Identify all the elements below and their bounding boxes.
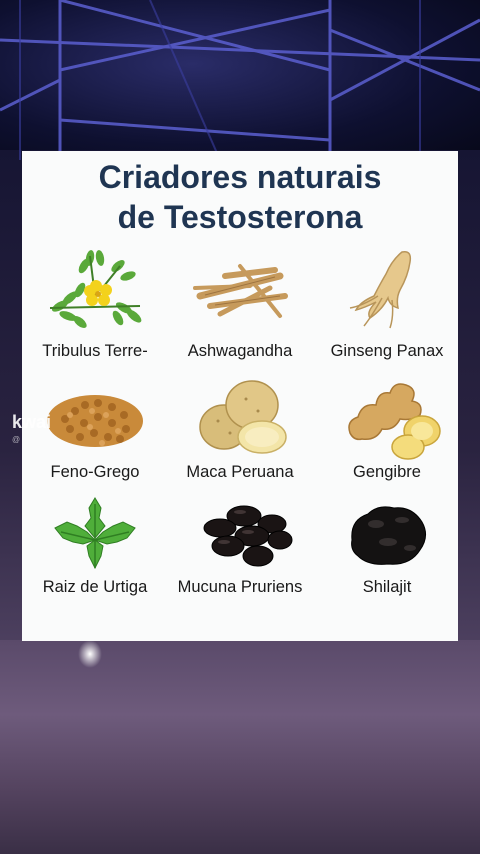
shilajit-icon bbox=[351, 506, 426, 565]
item-label: Shilajit bbox=[362, 578, 412, 596]
watermark-handle: @ bbox=[12, 435, 21, 444]
item-label: Feno-Grego bbox=[50, 463, 140, 481]
item-label: Ginseng Panax bbox=[330, 342, 444, 360]
item-label: Gengibre bbox=[353, 463, 421, 481]
ginseng-root-icon bbox=[349, 250, 412, 329]
nettle-leaf-icon bbox=[54, 497, 136, 570]
watermark-brand: kwai bbox=[12, 412, 52, 432]
kwai-watermark: kwai @ bbox=[12, 412, 51, 444]
item-label: Tribulus Terre- bbox=[42, 342, 148, 360]
stage-truss-background bbox=[0, 0, 480, 160]
light-glow bbox=[78, 640, 102, 668]
mucuna-beans-icon bbox=[203, 505, 293, 567]
infographic-card: Criadores naturais de Testosterona Tribu… bbox=[22, 151, 458, 641]
item-urtiga: Raiz de Urtiga bbox=[22, 494, 168, 596]
title-line-1: Criadores naturais bbox=[98, 159, 382, 195]
maca-root-icon bbox=[199, 380, 287, 454]
item-tribulus: Tribulus Terre- bbox=[22, 246, 168, 360]
item-label: Ashwagandha bbox=[187, 342, 293, 360]
item-mucuna: Mucuna Pruriens bbox=[167, 494, 313, 596]
fenugreek-seeds-icon bbox=[47, 395, 143, 447]
item-label: Mucuna Pruriens bbox=[177, 578, 303, 596]
item-gengibre: Gengibre bbox=[314, 375, 460, 481]
item-shilajit: Shilajit bbox=[314, 494, 460, 596]
item-maca: Maca Peruana bbox=[167, 375, 313, 481]
ashwagandha-root-icon bbox=[193, 264, 288, 318]
background-bottom bbox=[0, 640, 480, 854]
item-ginseng: Ginseng Panax bbox=[314, 246, 460, 360]
item-label: Maca Peruana bbox=[186, 463, 294, 481]
ginger-icon bbox=[348, 383, 441, 460]
tribulus-icon bbox=[49, 250, 142, 328]
item-label: Raiz de Urtiga bbox=[42, 578, 148, 596]
title-line-2: de Testosterona bbox=[117, 199, 363, 235]
card-title: Criadores naturais de Testosterona bbox=[22, 157, 458, 237]
item-ashwagandha: Ashwagandha bbox=[167, 246, 313, 360]
